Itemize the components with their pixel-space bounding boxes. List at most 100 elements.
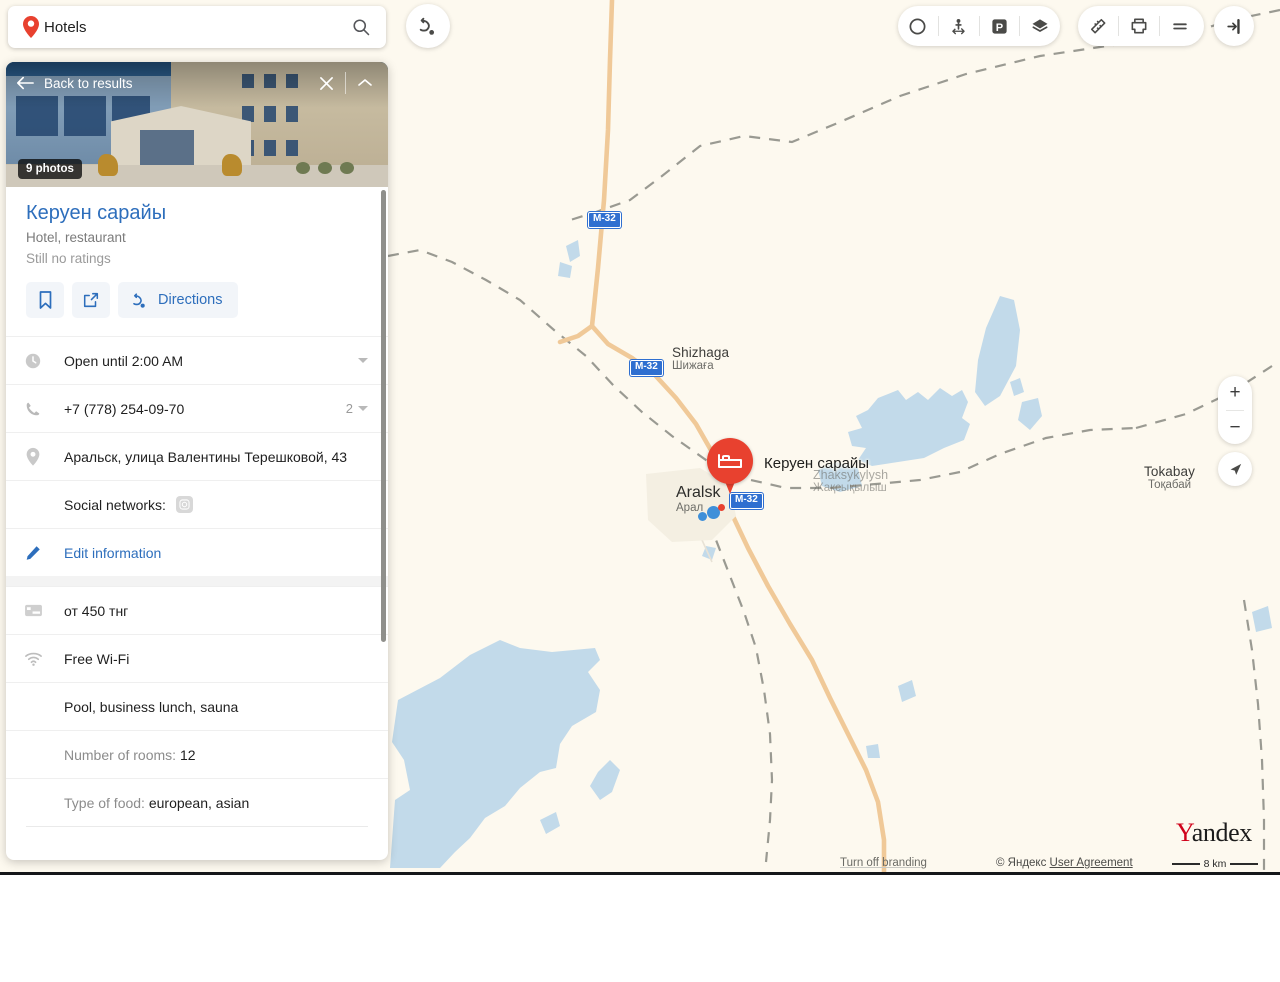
place-rating: Still no ratings bbox=[26, 251, 368, 266]
detail-row-hours[interactable]: Open until 2:00 AM bbox=[6, 336, 388, 384]
place-action-buttons: Directions bbox=[6, 266, 388, 336]
poi-label-keruen-sarayy: Керуен сарайы bbox=[764, 455, 869, 472]
enter-arrow-icon bbox=[1225, 17, 1244, 36]
printer-icon bbox=[1129, 16, 1149, 36]
copyright-label: © Яндекс bbox=[996, 857, 1046, 869]
place-details-panel: Back to results 9 photo bbox=[6, 62, 388, 860]
detail-row-phone[interactable]: +7 (778) 254-09-70 2 bbox=[6, 384, 388, 432]
poi-marker-keruen-sarayy[interactable] bbox=[707, 438, 753, 496]
phone-glyph bbox=[24, 400, 42, 418]
photo-entrance-doors bbox=[140, 130, 194, 168]
detail-row-address[interactable]: Аральск, улица Валентины Терешковой, 43 bbox=[6, 432, 388, 480]
arrow-left-icon bbox=[16, 76, 34, 90]
fullscreen-button[interactable] bbox=[1214, 6, 1254, 46]
food-value: european, asian bbox=[149, 795, 249, 811]
map-tools-pill-right bbox=[1078, 6, 1204, 46]
scale-bar-left bbox=[1172, 863, 1200, 865]
panel-scroll-container[interactable]: Back to results 9 photo bbox=[6, 62, 388, 860]
city-dot-small bbox=[698, 512, 707, 521]
directions-icon bbox=[130, 291, 149, 310]
rooms-label: Number of rooms: bbox=[64, 747, 180, 763]
yandex-maps-app: Shizhaga Шижаға Zhaksykylysh Жақсықылыш … bbox=[0, 0, 1280, 982]
photo-window bbox=[264, 140, 276, 156]
place-title[interactable]: Керуен сарайы bbox=[26, 201, 368, 226]
social-networks-label: Social networks: bbox=[64, 497, 166, 513]
highway-shield-m32-north[interactable]: M-32 bbox=[588, 212, 621, 228]
photo-window bbox=[242, 106, 254, 122]
detail-row-social: Social networks: bbox=[6, 480, 388, 528]
place-details-list: Open until 2:00 AM +7 (778) 254-09-70 2 bbox=[6, 336, 388, 576]
wifi-icon bbox=[24, 651, 52, 667]
social-networks-wrap: Social networks: bbox=[52, 496, 368, 513]
highway-shield-m32-mid[interactable]: M-32 bbox=[630, 360, 663, 376]
photo-header-controls: Back to results bbox=[6, 62, 388, 104]
phone-right[interactable]: 2 bbox=[346, 401, 368, 416]
search-input[interactable] bbox=[44, 19, 346, 36]
food-label: Type of food: bbox=[64, 795, 149, 811]
chevron-down-icon bbox=[358, 358, 368, 363]
photo-shrub bbox=[340, 162, 354, 174]
detail-row-edit[interactable]: Edit information bbox=[6, 528, 388, 576]
zoom-in-button[interactable]: + bbox=[1218, 376, 1252, 410]
wifi-text: Free Wi-Fi bbox=[52, 651, 368, 667]
back-to-results-label: Back to results bbox=[44, 76, 133, 91]
search-bar[interactable] bbox=[8, 6, 386, 48]
section-gap bbox=[6, 576, 388, 586]
navigation-arrow-icon bbox=[1227, 461, 1244, 478]
photo-window bbox=[286, 106, 298, 122]
directions-label: Directions bbox=[158, 292, 222, 308]
clock-glyph bbox=[24, 352, 42, 370]
menu-button[interactable] bbox=[1160, 6, 1200, 46]
search-submit-button[interactable] bbox=[346, 17, 376, 37]
bookmark-button[interactable] bbox=[26, 282, 64, 318]
wifi-glyph bbox=[24, 651, 43, 667]
panorama-button[interactable] bbox=[898, 6, 938, 46]
share-button[interactable] bbox=[72, 282, 110, 318]
panel-scrollbar[interactable] bbox=[381, 190, 386, 642]
yandex-logo: Yandex bbox=[1176, 818, 1252, 848]
parking-p-icon: P bbox=[990, 17, 1009, 36]
scale-bar-label: 8 km bbox=[1204, 858, 1227, 870]
build-route-button[interactable] bbox=[406, 4, 450, 48]
equals-menu-icon bbox=[1170, 16, 1190, 36]
layers-button[interactable] bbox=[1020, 6, 1060, 46]
map-pin-icon bbox=[18, 15, 44, 39]
price-text: от 450 тнг bbox=[52, 603, 368, 619]
hours-right[interactable] bbox=[358, 358, 368, 363]
pencil-glyph bbox=[24, 544, 42, 562]
phone-text[interactable]: +7 (778) 254-09-70 bbox=[52, 401, 346, 417]
place-heading-block: Керуен сарайы Hotel, restaurant Still no… bbox=[6, 187, 388, 266]
place-features-list: от 450 тнг Free Wi-Fi bbox=[6, 586, 388, 853]
parking-button[interactable]: P bbox=[980, 6, 1020, 46]
circle-icon bbox=[908, 17, 927, 36]
person-pegman-icon bbox=[949, 17, 968, 36]
clock-icon bbox=[24, 352, 52, 370]
chevron-up-icon bbox=[357, 77, 373, 89]
photos-count-badge[interactable]: 9 photos bbox=[18, 159, 82, 179]
photo-horse-statue-left bbox=[98, 154, 118, 176]
rooms-wrap: Number of rooms: 12 bbox=[52, 747, 368, 763]
instagram-icon[interactable] bbox=[176, 496, 193, 513]
map-tools-pill-left: P bbox=[898, 6, 1060, 46]
zoom-out-button[interactable]: − bbox=[1218, 411, 1252, 445]
close-panel-button[interactable] bbox=[313, 76, 339, 91]
back-to-results-button[interactable]: Back to results bbox=[16, 76, 133, 91]
share-icon bbox=[82, 291, 100, 309]
feature-row-rooms: Number of rooms: 12 bbox=[6, 730, 388, 778]
place-photo-header[interactable]: Back to results 9 photo bbox=[6, 62, 388, 187]
map-scale-bar: 8 km bbox=[1172, 856, 1258, 872]
map-pin-glyph bbox=[22, 15, 40, 39]
layers-icon bbox=[1030, 16, 1050, 36]
ruler-button[interactable] bbox=[1078, 6, 1118, 46]
pencil-icon bbox=[24, 544, 52, 562]
print-button[interactable] bbox=[1119, 6, 1159, 46]
bookmark-icon bbox=[37, 290, 54, 310]
streetview-button[interactable] bbox=[939, 6, 979, 46]
edit-information-link[interactable]: Edit information bbox=[52, 545, 368, 561]
turn-off-branding-link[interactable]: Turn off branding bbox=[840, 857, 927, 869]
ruler-icon bbox=[1088, 16, 1108, 36]
locate-me-button[interactable] bbox=[1218, 452, 1252, 486]
user-agreement-link[interactable]: User Agreement bbox=[1050, 857, 1133, 869]
collapse-panel-button[interactable] bbox=[352, 77, 378, 89]
directions-button[interactable]: Directions bbox=[118, 282, 238, 318]
